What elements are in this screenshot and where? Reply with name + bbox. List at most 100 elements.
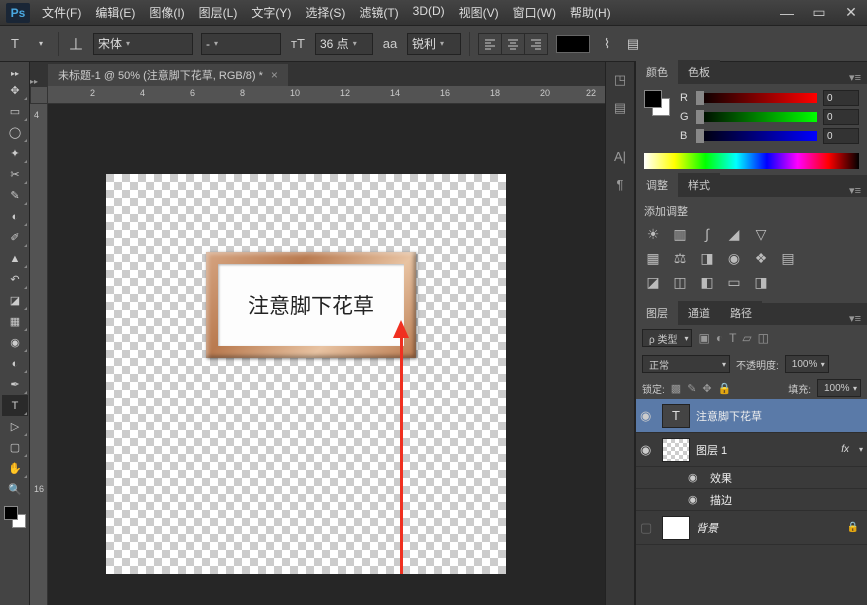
tab-channels[interactable]: 通道 (678, 301, 720, 325)
pen-tool[interactable]: ✒ (2, 374, 28, 395)
fg-bg-colors[interactable] (4, 506, 26, 528)
magic-wand-tool[interactable]: ✦ (2, 143, 28, 164)
menu-3d[interactable]: 3D(D) (407, 0, 451, 25)
fill-field[interactable]: 100% (817, 379, 861, 397)
ruler-origin[interactable] (30, 86, 48, 104)
text-orientation-icon[interactable]: 丄 (67, 35, 85, 53)
align-right-button[interactable] (525, 34, 547, 54)
invert-icon[interactable]: ◪ (644, 273, 662, 291)
photofilter-icon[interactable]: ◉ (725, 249, 743, 267)
threshold-icon[interactable]: ◧ (698, 273, 716, 291)
visibility-icon[interactable]: ◉ (640, 408, 656, 424)
actions-panel-icon[interactable]: ▤ (606, 94, 634, 122)
layer-thumbnail[interactable] (662, 438, 690, 462)
vibrance-icon[interactable]: ▽ (752, 225, 770, 243)
dodge-tool[interactable]: ◐ (2, 353, 28, 374)
text-color-swatch[interactable] (556, 35, 590, 53)
window-minimize-button[interactable]: — (771, 3, 803, 23)
panel-menu-icon[interactable]: ▾≡ (843, 184, 867, 197)
marquee-tool[interactable]: ▭ (2, 101, 28, 122)
filter-pixel-icon[interactable]: ▣ (698, 331, 709, 345)
menu-select[interactable]: 选择(S) (299, 0, 351, 25)
hue-icon[interactable]: ▦ (644, 249, 662, 267)
type-tool-preset-icon[interactable]: T (6, 35, 24, 53)
blend-mode-dropdown[interactable]: 正常 (642, 355, 730, 373)
curves-icon[interactable]: ∫ (698, 225, 716, 243)
blue-slider[interactable] (696, 131, 817, 141)
color-spectrum[interactable] (644, 153, 859, 169)
menu-edit[interactable]: 编辑(E) (89, 0, 141, 25)
menu-view[interactable]: 视图(V) (453, 0, 505, 25)
layer-row-1[interactable]: ◉ 图层 1 fx▾ (636, 433, 867, 467)
panel-menu-icon[interactable]: ▾≡ (843, 312, 867, 325)
history-panel-icon[interactable]: ◳ (606, 66, 634, 94)
lasso-tool[interactable]: ◯ (2, 122, 28, 143)
menu-type[interactable]: 文字(Y) (245, 0, 297, 25)
collapse-icon[interactable]: ▸▸ (2, 66, 28, 80)
eyedropper-tool[interactable]: ✎ (2, 185, 28, 206)
close-tab-icon[interactable]: × (271, 68, 278, 82)
dropdown-icon[interactable]: ▾ (32, 35, 50, 53)
visibility-icon[interactable]: ◉ (688, 471, 704, 484)
blur-tool[interactable]: ◉ (2, 332, 28, 353)
gradmap-icon[interactable]: ▭ (725, 273, 743, 291)
visibility-icon[interactable]: ▢ (640, 520, 656, 536)
panel-menu-icon[interactable]: ▾≡ (843, 71, 867, 84)
levels-icon[interactable]: ▥ (671, 225, 689, 243)
blue-value[interactable]: 0 (823, 128, 859, 144)
green-value[interactable]: 0 (823, 109, 859, 125)
stamp-tool[interactable]: ▲ (2, 248, 28, 269)
type-tool[interactable]: T (2, 395, 28, 416)
text-layer[interactable]: 注意脚下花草 (218, 264, 404, 346)
lock-all-icon[interactable]: 🔒 (718, 382, 732, 395)
gradient-tool[interactable]: ▦ (2, 311, 28, 332)
document-tab[interactable]: 未标题-1 @ 50% (注意脚下花草, RGB/8) * × (48, 64, 288, 86)
vertical-ruler[interactable]: 4 16 (30, 104, 48, 605)
lock-position-icon[interactable]: ✥ (702, 382, 711, 395)
healing-tool[interactable]: ◐ (2, 206, 28, 227)
menu-image[interactable]: 图像(I) (143, 0, 190, 25)
filter-adj-icon[interactable]: ◐ (716, 331, 723, 345)
lock-transparency-icon[interactable]: ▩ (671, 382, 681, 395)
warp-text-icon[interactable]: ⌇ (598, 35, 616, 53)
zoom-tool[interactable]: 🔍 (2, 479, 28, 500)
lookup-icon[interactable]: ▤ (779, 249, 797, 267)
eraser-tool[interactable]: ◪ (2, 290, 28, 311)
layer-effects-row[interactable]: ◉ 效果 (636, 467, 867, 489)
tab-layers[interactable]: 图层 (636, 301, 678, 325)
brush-tool[interactable]: ✐ (2, 227, 28, 248)
font-style-dropdown[interactable]: -▾ (201, 33, 281, 55)
move-tool[interactable]: ✥ (2, 80, 28, 101)
visibility-icon[interactable]: ◉ (640, 442, 656, 458)
font-size-dropdown[interactable]: 36 点▾ (315, 33, 373, 55)
lock-pixels-icon[interactable]: ✎ (687, 382, 696, 395)
path-selection-tool[interactable]: ▷ (2, 416, 28, 437)
filter-shape-icon[interactable]: ▱ (742, 331, 751, 345)
character-panel-icon[interactable]: ▤ (624, 35, 642, 53)
layer-thumbnail[interactable] (662, 516, 690, 540)
tab-paths[interactable]: 路径 (720, 301, 762, 325)
filter-type-icon[interactable]: T (729, 331, 736, 345)
menu-window[interactable]: 窗口(W) (507, 0, 562, 25)
selective-icon[interactable]: ◨ (752, 273, 770, 291)
expand-icon[interactable]: ▸▸ (30, 77, 48, 86)
antialias-dropdown[interactable]: 锐利▾ (407, 33, 461, 55)
tab-color[interactable]: 颜色 (636, 60, 678, 84)
align-center-button[interactable] (502, 34, 524, 54)
layer-thumbnail[interactable]: T (662, 404, 690, 428)
posterize-icon[interactable]: ◫ (671, 273, 689, 291)
menu-filter[interactable]: 滤镜(T) (353, 0, 404, 25)
layer-row-text[interactable]: ◉ T 注意脚下花草 (636, 399, 867, 433)
window-close-button[interactable]: ✕ (835, 3, 867, 23)
layer-row-background[interactable]: ▢ 背景 🔒 (636, 511, 867, 545)
tab-styles[interactable]: 样式 (678, 173, 720, 197)
exposure-icon[interactable]: ◢ (725, 225, 743, 243)
hand-tool[interactable]: ✋ (2, 458, 28, 479)
filter-smart-icon[interactable]: ◫ (758, 331, 769, 345)
layer-stroke-row[interactable]: ◉ 描边 (636, 489, 867, 511)
crop-tool[interactable]: ✂ (2, 164, 28, 185)
red-slider[interactable] (696, 93, 817, 103)
canvas[interactable]: 注意脚下花草 (106, 174, 506, 574)
character-dock-icon[interactable]: A| (606, 142, 634, 170)
brightness-icon[interactable]: ☀ (644, 225, 662, 243)
